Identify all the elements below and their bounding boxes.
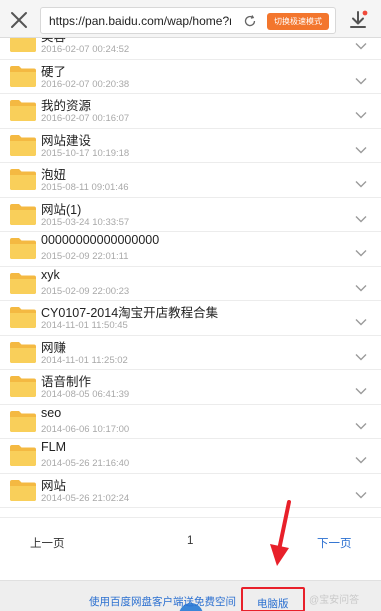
file-date: 2016-02-07 00:20:38: [41, 78, 130, 90]
folder-icon: [9, 98, 37, 122]
chevron-down-icon[interactable]: [355, 348, 367, 360]
footer: 使用百度网盘客户端送免费空间 电脑版 @宝安问答: [0, 580, 381, 611]
folder-icon: [9, 478, 37, 502]
file-name: seo: [41, 405, 62, 420]
file-date: 2016-02-07 00:24:52: [41, 44, 130, 55]
file-row[interactable]: 00000000000000000 2015-02-09 22:01:11: [0, 232, 381, 267]
file-date: 2015-10-17 10:19:18: [41, 147, 130, 159]
pagination: 上一页 1 下一页: [0, 517, 381, 580]
file-row[interactable]: 网站 2014-05-26 21:02:24: [0, 474, 381, 508]
chevron-down-icon[interactable]: [355, 417, 367, 429]
file-row[interactable]: 网站建设 2015-10-17 10:19:18: [0, 129, 381, 163]
folder-icon: [9, 443, 37, 467]
chevron-down-icon[interactable]: [355, 210, 367, 222]
close-icon[interactable]: [9, 10, 29, 30]
folder-icon: [9, 133, 37, 157]
file-row[interactable]: 美容2016-02-07 00:24:52: [0, 38, 381, 60]
chevron-down-icon[interactable]: [355, 141, 367, 153]
file-date: 2016-02-07 00:16:07: [41, 113, 130, 124]
file-date: 2014-11-01 11:50:45: [41, 320, 128, 331]
file-row[interactable]: CY0107-2014淘宝开店教程合集 2014-11-01 11:50:45: [0, 301, 381, 336]
current-page-number: 1: [187, 535, 194, 547]
file-row[interactable]: 我的资源 2016-02-07 00:16:07: [0, 94, 381, 129]
file-date: 2014-08-05 06:41:39: [41, 389, 130, 400]
prev-page-link[interactable]: 上一页: [30, 535, 65, 551]
watermark: @宝安问答: [309, 595, 360, 606]
file-name: 网站: [41, 478, 67, 493]
folder-icon: [9, 374, 37, 398]
page: https://pan.baidu.com/wap/home?re... 切换极…: [0, 0, 381, 611]
next-page-link[interactable]: 下一页: [317, 535, 352, 551]
file-name: 硬了: [41, 64, 67, 79]
file-name: 语音制作: [41, 375, 92, 389]
folder-icon: [9, 167, 37, 191]
file-row[interactable]: 语音制作 2014-08-05 06:41:39: [0, 370, 381, 405]
browser-toolbar: https://pan.baidu.com/wap/home?re... 切换极…: [0, 0, 381, 38]
file-date: 2014-11-01 11:25:02: [41, 354, 128, 366]
file-name: FLM: [41, 440, 66, 454]
folder-icon: [9, 271, 37, 295]
file-row[interactable]: FLM 2014-05-26 21:16:40: [0, 439, 381, 474]
file-name: 泡妞: [41, 168, 67, 182]
chevron-down-icon[interactable]: [355, 106, 367, 119]
pc-version-label: 电脑版: [257, 598, 289, 610]
pc-version-button[interactable]: 电脑版: [241, 587, 305, 611]
file-date: 2015-02-09 22:01:11: [41, 251, 129, 262]
url-text: https://pan.baidu.com/wap/home?re...: [49, 14, 231, 28]
download-icon[interactable]: [346, 8, 370, 32]
chevron-down-icon[interactable]: [355, 175, 367, 188]
file-name: 网站建设: [41, 133, 92, 148]
file-row[interactable]: 网站(1) 2015-03-24 10:33:57: [0, 198, 381, 232]
chevron-down-icon[interactable]: [355, 313, 367, 326]
folder-icon: [9, 38, 37, 53]
folder-icon: [9, 236, 37, 260]
client-promo-link[interactable]: 使用百度网盘客户端送免费空间: [89, 594, 236, 609]
file-date: 2015-02-09 22:00:23: [41, 285, 130, 297]
folder-icon: [9, 202, 37, 226]
file-date: 2015-08-11 09:01:46: [41, 182, 129, 193]
file-name: 00000000000000000: [41, 233, 160, 247]
chevron-down-icon[interactable]: [355, 382, 367, 395]
address-bar[interactable]: https://pan.baidu.com/wap/home?re... 切换极…: [40, 7, 336, 34]
file-date: 2014-05-26 21:16:40: [41, 458, 130, 469]
folder-icon: [9, 305, 37, 329]
file-date: 2014-05-26 21:02:24: [41, 492, 130, 504]
chevron-down-icon[interactable]: [355, 451, 367, 464]
file-name: CY0107-2014淘宝开店教程合集: [41, 306, 219, 320]
file-row[interactable]: 网赚 2014-11-01 11:25:02: [0, 336, 381, 370]
folder-icon: [9, 409, 37, 433]
file-list: 美容2016-02-07 00:24:52硬了2016-02-07 00:20:…: [0, 38, 381, 516]
chevron-down-icon[interactable]: [355, 38, 367, 50]
chevron-down-icon[interactable]: [355, 486, 367, 498]
folder-icon: [9, 64, 37, 88]
file-name: 网赚: [41, 340, 67, 355]
file-name: 网站(1): [41, 202, 82, 217]
chevron-down-icon[interactable]: [355, 279, 367, 291]
file-date: 2014-06-06 10:17:00: [41, 423, 130, 435]
file-row[interactable]: 硬了 2016-02-07 00:20:38: [0, 60, 381, 94]
chevron-down-icon[interactable]: [355, 244, 367, 257]
file-row[interactable]: 泡妞 2015-08-11 09:01:46: [0, 163, 381, 198]
file-row[interactable]: xyk 2015-02-09 22:00:23: [0, 267, 381, 301]
folder-icon: [9, 340, 37, 364]
chevron-down-icon[interactable]: [355, 72, 367, 84]
speed-mode-button[interactable]: 切换极速模式: [267, 13, 329, 30]
file-date: 2015-03-24 10:33:57: [41, 216, 130, 228]
file-row[interactable]: seo 2014-06-06 10:17:00: [0, 405, 381, 439]
annotation-arrow-icon: [267, 500, 295, 568]
file-name: xyk: [41, 267, 60, 282]
file-name: 我的资源: [41, 99, 92, 113]
reload-icon[interactable]: [243, 14, 257, 28]
